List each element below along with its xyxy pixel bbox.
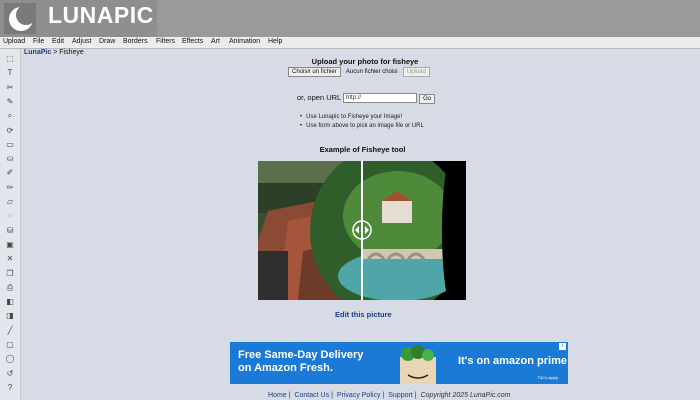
footer-link-contact[interactable]: Contact Us bbox=[294, 392, 329, 399]
menu-effects[interactable]: Effects bbox=[182, 38, 203, 45]
rectangle-icon[interactable]: ▢ bbox=[4, 339, 16, 350]
url-row: or, open URL http:// Go bbox=[297, 93, 436, 104]
footer: Home | Contact Us | Privacy Policy | Suppor… bbox=[268, 392, 511, 399]
ad-banner[interactable]: Free Same-Day Delivery on Amazon Fresh. … bbox=[230, 342, 568, 384]
print-icon[interactable]: ⎙ bbox=[4, 282, 16, 293]
bucket-icon[interactable]: ⛁ bbox=[4, 225, 16, 236]
url-label: or, open URL bbox=[297, 93, 341, 102]
menu-edit[interactable]: Edit bbox=[52, 38, 64, 45]
rotate-icon[interactable]: ⟳ bbox=[4, 125, 16, 136]
text-icon[interactable]: T bbox=[4, 67, 16, 78]
select-icon[interactable]: ⬚ bbox=[4, 53, 16, 64]
layers-icon[interactable]: ◧ bbox=[4, 296, 16, 307]
breadcrumb-current: Fisheye bbox=[59, 49, 84, 56]
menu-filters[interactable]: Filters bbox=[156, 38, 175, 45]
go-button[interactable]: Go bbox=[419, 94, 436, 104]
logo[interactable]: LUNAPIC bbox=[0, 0, 157, 37]
footer-link-privacy[interactable]: Privacy Policy bbox=[337, 392, 381, 399]
brush-icon[interactable]: ✎ bbox=[4, 96, 16, 107]
menu-draw[interactable]: Draw bbox=[99, 38, 115, 45]
ad-cta: It's on amazon prime bbox=[458, 355, 567, 367]
copy-icon[interactable]: ❐ bbox=[4, 268, 16, 279]
tips-list: Use Lunapic to Fisheye your Image! Use f… bbox=[300, 113, 424, 131]
logo-text: LUNAPIC bbox=[48, 2, 154, 28]
footer-copyright: Copyright 2025 LunaPic.com bbox=[420, 392, 511, 399]
breadcrumb-separator: > bbox=[53, 49, 58, 56]
tool-palette: ⬚ T ✂ ✎ ⌕ ⟳ ▭ ⛀ ✐ ✏ ▱ ◌ ⛁ ▣ ✕ ❐ ⎙ ◧ ◨ ╱ ▢ ◯ ↺? bbox=[0, 49, 21, 400]
url-input[interactable]: http:// bbox=[343, 93, 418, 104]
header: LUNAPIC bbox=[0, 0, 700, 37]
tip-item: Use form above to pick an image file or … bbox=[300, 122, 424, 131]
stack-icon[interactable]: ◨ bbox=[4, 310, 16, 321]
tip-item: Use Lunapic to Fisheye your Image! bbox=[300, 113, 424, 122]
eyedropper-icon[interactable]: ✐ bbox=[4, 167, 16, 178]
ad-subline: on Amazon Fresh. bbox=[238, 362, 333, 374]
ad-terms: T&Cs apply bbox=[537, 375, 558, 380]
breadcrumb-home-link[interactable]: LunaPic bbox=[24, 49, 51, 56]
zoom-icon[interactable]: ⌕ bbox=[4, 110, 16, 121]
upload-title: Upload your photo for fisheye bbox=[311, 57, 419, 66]
breadcrumb: LunaPic > Fisheye bbox=[24, 49, 84, 56]
pencil-icon[interactable]: ✏ bbox=[4, 182, 16, 193]
moon-logo-icon bbox=[4, 3, 36, 34]
footer-link-home[interactable]: Home bbox=[268, 392, 287, 399]
menu-bar: Upload File Edit Adjust Draw Borders Fil… bbox=[0, 37, 700, 49]
eraser-icon[interactable]: ▱ bbox=[4, 196, 16, 207]
cut-icon[interactable]: ✕ bbox=[4, 253, 16, 264]
paint-bucket-icon[interactable]: ⛀ bbox=[4, 153, 16, 164]
example-image bbox=[258, 161, 466, 300]
file-upload-row: Choisir un fichier Aucun fichier choisi … bbox=[288, 66, 430, 77]
menu-animation[interactable]: Animation bbox=[229, 38, 260, 45]
grocery-bag-icon bbox=[400, 345, 436, 384]
choose-file-button[interactable]: Choisir un fichier bbox=[288, 67, 341, 77]
menu-upload[interactable]: Upload bbox=[3, 38, 25, 45]
scissors-icon[interactable]: ✂ bbox=[4, 82, 16, 93]
example-title: Example of Fisheye tool bbox=[319, 145, 406, 154]
file-status-text: Aucun fichier choisi bbox=[345, 69, 398, 75]
undo-icon[interactable]: ↺ bbox=[4, 368, 16, 379]
menu-file[interactable]: File bbox=[33, 38, 44, 45]
line-icon[interactable]: ╱ bbox=[4, 325, 16, 336]
upload-button[interactable]: Upload bbox=[402, 67, 430, 77]
edit-picture-link[interactable]: Edit this picture bbox=[335, 310, 392, 319]
save-icon[interactable]: ▣ bbox=[4, 239, 16, 250]
menu-help[interactable]: Help bbox=[268, 38, 282, 45]
menu-art[interactable]: Art bbox=[211, 38, 220, 45]
spray-icon[interactable]: ◌ bbox=[4, 210, 16, 221]
ad-headline: Free Same-Day Delivery bbox=[238, 349, 364, 361]
ad-info-icon[interactable]: i bbox=[559, 343, 566, 350]
ellipse-icon[interactable]: ◯ bbox=[4, 353, 16, 364]
menu-adjust[interactable]: Adjust bbox=[72, 38, 91, 45]
help-icon[interactable]: ? bbox=[4, 382, 16, 393]
crop-icon[interactable]: ▭ bbox=[4, 139, 16, 150]
footer-link-support[interactable]: Support bbox=[388, 392, 413, 399]
example-photo bbox=[258, 161, 466, 300]
menu-borders[interactable]: Borders bbox=[123, 38, 148, 45]
ad-headline-block: Free Same-Day Delivery on Amazon Fresh. bbox=[238, 349, 363, 375]
